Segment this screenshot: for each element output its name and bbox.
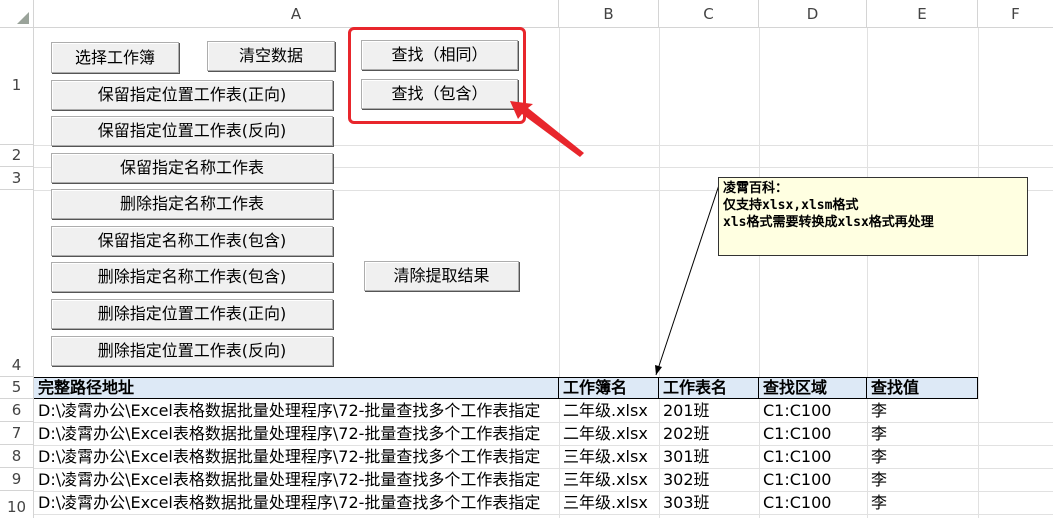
cell-search-range[interactable]: C1:C100 xyxy=(759,422,867,445)
cell-search-value[interactable]: 李 xyxy=(867,491,978,514)
cell-workbook-name[interactable]: 二年级.xlsx xyxy=(559,399,659,422)
column-header-a[interactable]: A xyxy=(34,0,559,28)
header-workbook-name[interactable]: 工作簿名 xyxy=(559,377,659,399)
header-sheet-name[interactable]: 工作表名 xyxy=(659,377,759,399)
column-header-f[interactable]: F xyxy=(978,0,1053,28)
cell-search-range[interactable]: C1:C100 xyxy=(759,445,867,468)
comment-line-format: 仅支持xlsx,xlsm格式 xyxy=(723,198,859,213)
cell-search-range[interactable]: C1:C100 xyxy=(759,399,867,422)
column-header-c[interactable]: C xyxy=(659,0,759,28)
delete-position-sheet-forward-button[interactable]: 删除指定位置工作表(正向) xyxy=(51,299,333,329)
cell-full-path[interactable]: D:\凌霄办公\Excel表格数据批量处理程序\72-批量查找多个工作表指定 xyxy=(34,399,559,422)
comment-line-author: 凌霄百科： xyxy=(723,181,789,196)
keep-name-sheet-button[interactable]: 保留指定名称工作表 xyxy=(51,153,333,183)
row-header-6[interactable]: 6 xyxy=(0,399,34,422)
cell-sheet-name[interactable]: 302班 xyxy=(659,468,759,491)
header-full-path[interactable]: 完整路径地址 xyxy=(34,377,559,399)
cell-search-value[interactable]: 李 xyxy=(867,445,978,468)
row-header-5[interactable]: 5 xyxy=(0,377,34,399)
highlight-arrow xyxy=(510,101,584,157)
cell-search-range[interactable]: C1:C100 xyxy=(759,468,867,491)
column-header-d[interactable]: D xyxy=(759,0,867,28)
cell-workbook-name[interactable]: 三年级.xlsx xyxy=(559,468,659,491)
cell-workbook-name[interactable]: 三年级.xlsx xyxy=(559,445,659,468)
row-header-1[interactable]: 1 xyxy=(0,28,34,145)
comment-line-convert: xls格式需要转换成xlsx格式再处理 xyxy=(723,215,934,230)
select-workbook-button[interactable]: 选择工作簿 xyxy=(51,42,179,73)
select-all-corner[interactable] xyxy=(0,0,34,28)
cell-sheet-name[interactable]: 303班 xyxy=(659,491,759,514)
cell-search-range[interactable]: C1:C100 xyxy=(759,491,867,514)
header-search-range[interactable]: 查找区域 xyxy=(759,377,867,399)
clear-data-button[interactable]: 清空数据 xyxy=(207,41,335,71)
row-header-3[interactable]: 3 xyxy=(0,167,34,190)
cell-search-value[interactable]: 李 xyxy=(867,422,978,445)
cell-full-path[interactable]: D:\凌霄办公\Excel表格数据批量处理程序\72-批量查找多个工作表指定 xyxy=(34,445,559,468)
cell-comment[interactable]: 凌霄百科： 仅支持xlsx,xlsm格式 xls格式需要转换成xlsx格式再处理 xyxy=(718,177,1028,256)
cell-full-path[interactable]: D:\凌霄办公\Excel表格数据批量处理程序\72-批量查找多个工作表指定 xyxy=(34,468,559,491)
cell-workbook-name[interactable]: 三年级.xlsx xyxy=(559,491,659,514)
row-header-4[interactable]: 4 xyxy=(0,190,34,377)
cell-sheet-name[interactable]: 201班 xyxy=(659,399,759,422)
cell-search-value[interactable]: 李 xyxy=(867,399,978,422)
column-header-bar: A B C D E F xyxy=(0,0,1053,28)
cell-workbook-name[interactable]: 二年级.xlsx xyxy=(559,422,659,445)
row-header-7[interactable]: 7 xyxy=(0,422,34,445)
row-header-8[interactable]: 8 xyxy=(0,445,34,468)
keep-position-sheet-reverse-button[interactable]: 保留指定位置工作表(反向) xyxy=(51,116,333,146)
row-header-10[interactable]: 10 xyxy=(0,491,34,518)
delete-position-sheet-reverse-button[interactable]: 删除指定位置工作表(反向) xyxy=(51,336,333,366)
row-header-2[interactable]: 2 xyxy=(0,145,34,167)
delete-name-sheet-contains-button[interactable]: 删除指定名称工作表(包含) xyxy=(51,262,333,292)
header-search-value[interactable]: 查找值 xyxy=(867,377,978,399)
cell-sheet-name[interactable]: 202班 xyxy=(659,422,759,445)
keep-position-sheet-forward-button[interactable]: 保留指定位置工作表(正向) xyxy=(51,80,333,110)
keep-name-sheet-contains-button[interactable]: 保留指定名称工作表(包含) xyxy=(51,226,333,256)
row-header-9[interactable]: 9 xyxy=(0,468,34,491)
cell-sheet-name[interactable]: 301班 xyxy=(659,445,759,468)
gridline xyxy=(34,514,1053,515)
clear-results-button[interactable]: 清除提取结果 xyxy=(364,261,519,291)
column-header-e[interactable]: E xyxy=(867,0,978,28)
cell-search-value[interactable]: 李 xyxy=(867,468,978,491)
cell-full-path[interactable]: D:\凌霄办公\Excel表格数据批量处理程序\72-批量查找多个工作表指定 xyxy=(34,422,559,445)
cell-full-path[interactable]: D:\凌霄办公\Excel表格数据批量处理程序\72-批量查找多个工作表指定 xyxy=(34,491,559,514)
column-header-b[interactable]: B xyxy=(559,0,659,28)
delete-name-sheet-button[interactable]: 删除指定名称工作表 xyxy=(51,189,333,219)
